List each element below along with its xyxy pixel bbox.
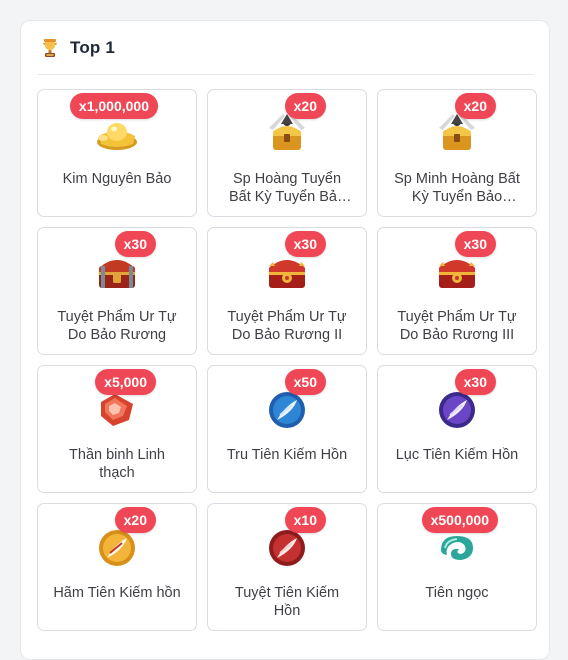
reward-name: Tuyệt Phẩm Ur Tự Do Bảo Rương II <box>227 309 347 343</box>
quantity-badge: x30 <box>284 231 326 257</box>
quantity-badge: x50 <box>284 369 326 395</box>
reward-name: Tuyệt Phẩm Ur Tự Do Bảo Rương III <box>397 309 517 343</box>
reward-card[interactable]: x30 Lục Tiên Kiếm Hồn <box>377 365 537 493</box>
reward-name: Hãm Tiên Kiếm hồn <box>53 585 181 601</box>
reward-name: Sp Minh Hoàng Bất Kỳ Tuyển Bảo Rương <box>394 171 520 205</box>
reward-grid: x1,000,000 Kim Nguyên Bảo x20 Sp Hoàng T… <box>37 89 537 631</box>
reward-name: Thần binh Linh thạch <box>69 447 165 481</box>
reward-panel: Top 1 x1,000,000 Kim Nguyên Bảo x20 Sp H… <box>20 20 550 660</box>
trophy-icon <box>43 38 57 57</box>
reward-name: Tuyệt Tiên Kiếm Hồn <box>234 585 340 619</box>
reward-card[interactable]: x500,000 Tiên ngọc <box>377 503 537 631</box>
panel-header: Top 1 <box>37 21 533 75</box>
quantity-badge: x30 <box>454 369 496 395</box>
reward-name: Lục Tiên Kiếm Hồn <box>395 447 519 463</box>
reward-card[interactable]: x20 Sp Hoàng Tuyển Bất Kỳ Tuyển Bảo Rươn… <box>207 89 367 217</box>
reward-card[interactable]: x30 Tuyệt Phẩm Ur Tự Do Bảo Rương III <box>377 227 537 355</box>
quantity-badge: x20 <box>454 93 496 119</box>
quantity-badge: x500,000 <box>421 507 498 533</box>
quantity-badge: x10 <box>284 507 326 533</box>
reward-card[interactable]: x10 Tuyệt Tiên Kiếm Hồn <box>207 503 367 631</box>
panel-title: Top 1 <box>70 37 116 57</box>
reward-card[interactable]: x5,000 Thần binh Linh thạch <box>37 365 197 493</box>
quantity-badge: x20 <box>284 93 326 119</box>
quantity-badge: x20 <box>114 507 156 533</box>
reward-card[interactable]: x20 Sp Minh Hoàng Bất Kỳ Tuyển Bảo Rương <box>377 89 537 217</box>
reward-name: Tiên ngọc <box>425 585 489 601</box>
quantity-badge: x30 <box>454 231 496 257</box>
reward-card[interactable]: x30 Tuyệt Phẩm Ur Tự Do Bảo Rương II <box>207 227 367 355</box>
reward-card[interactable]: x20 Hãm Tiên Kiếm hồn <box>37 503 197 631</box>
reward-name: Kim Nguyên Bảo <box>62 171 172 187</box>
quantity-badge: x5,000 <box>95 369 156 395</box>
quantity-badge: x30 <box>114 231 156 257</box>
reward-card[interactable]: x1,000,000 Kim Nguyên Bảo <box>37 89 197 217</box>
quantity-badge: x1,000,000 <box>69 93 158 119</box>
reward-name: Sp Hoàng Tuyển Bất Kỳ Tuyển Bảo Rương <box>228 171 346 205</box>
reward-card[interactable]: x50 Tru Tiên Kiếm Hồn <box>207 365 367 493</box>
reward-name: Tru Tiên Kiếm Hồn <box>226 447 348 463</box>
reward-name: Tuyệt Phẩm Ur Tự Do Bảo Rương <box>57 309 177 343</box>
reward-card[interactable]: x30 Tuyệt Phẩm Ur Tự Do Bảo Rương <box>37 227 197 355</box>
